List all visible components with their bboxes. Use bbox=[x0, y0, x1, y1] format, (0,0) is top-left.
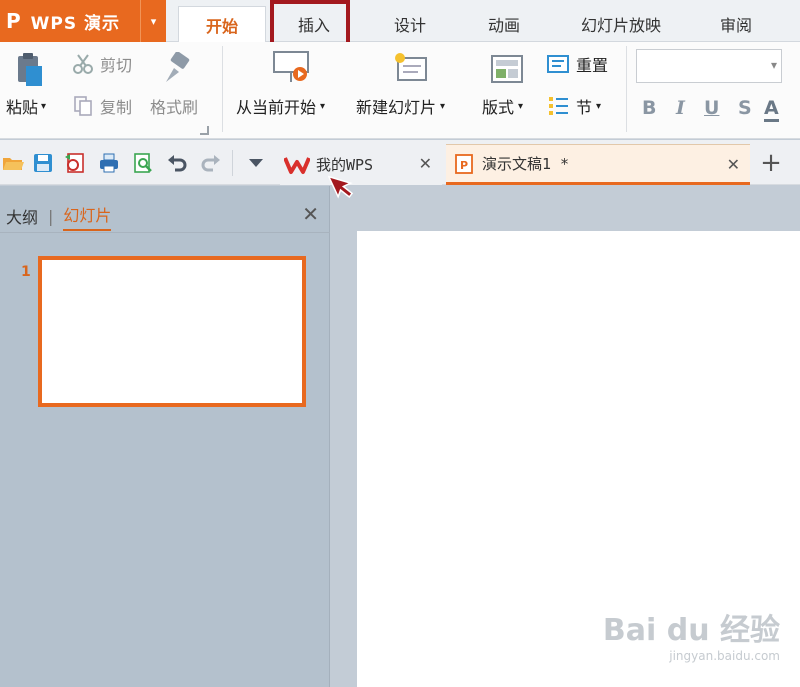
watermark-logo: Bai du 经验 bbox=[602, 613, 780, 648]
panel-divider bbox=[0, 232, 330, 233]
layout-label: 版式 bbox=[482, 98, 515, 117]
open-folder-icon[interactable] bbox=[2, 152, 24, 174]
font-name-select[interactable]: ▾ bbox=[636, 49, 782, 83]
watermark-url: jingyan.baidu.com bbox=[669, 649, 780, 663]
save-icon[interactable] bbox=[32, 152, 54, 174]
close-icon[interactable]: ✕ bbox=[302, 202, 319, 226]
app-dropdown-icon[interactable]: ▾ bbox=[140, 0, 166, 42]
doc-tab-presentation[interactable]: P 演示文稿1 * ✕ bbox=[446, 144, 750, 185]
bold-button[interactable]: B bbox=[642, 97, 656, 119]
format-painter-icon[interactable] bbox=[160, 52, 194, 86]
print-preview-icon[interactable] bbox=[132, 152, 154, 174]
close-icon[interactable]: ✕ bbox=[727, 155, 740, 174]
slide-canvas[interactable]: Bai du 经验 jingyan.baidu.com bbox=[357, 231, 800, 687]
layout-button[interactable]: 版式 ▾ bbox=[482, 94, 523, 118]
from-current-label: 从当前开始 bbox=[236, 98, 317, 117]
copy-label: 复制 bbox=[100, 98, 133, 117]
copy-icon bbox=[74, 96, 92, 116]
new-slide-icon[interactable] bbox=[392, 50, 432, 86]
strikethrough-button[interactable]: S bbox=[738, 97, 752, 119]
menu-bar: P WPS 演示 ▾ 开始 插入 设计 动画 幻灯片放映 审阅 bbox=[0, 0, 800, 70]
redo-icon[interactable] bbox=[200, 152, 222, 174]
panel-tab-separator: | bbox=[48, 206, 54, 226]
toolbar-divider bbox=[232, 150, 233, 176]
editing-area: Bai du 经验 jingyan.baidu.com bbox=[331, 186, 800, 687]
slide-thumbnail[interactable] bbox=[38, 256, 306, 407]
layout-dropdown-icon[interactable]: ▾ bbox=[518, 101, 523, 112]
app-title: WPS 演示 bbox=[30, 13, 121, 34]
wps-w-icon bbox=[284, 156, 310, 174]
italic-button[interactable]: I bbox=[676, 97, 685, 119]
app-menu-button[interactable]: P WPS 演示 ▾ bbox=[0, 0, 166, 42]
presentation-file-icon: P bbox=[455, 153, 473, 174]
doc-tab-my-wps[interactable]: 我的WPS ✕ bbox=[280, 144, 442, 185]
close-icon[interactable]: ✕ bbox=[419, 154, 432, 173]
new-slide-dropdown-icon[interactable]: ▾ bbox=[440, 101, 445, 112]
tab-animation[interactable]: 动画 bbox=[464, 6, 544, 42]
tab-slideshow[interactable]: 幻灯片放映 bbox=[562, 6, 680, 42]
slides-panel: 大纲 | 幻灯片 ✕ 1 bbox=[0, 186, 330, 687]
cut-button[interactable]: 剪切 bbox=[72, 52, 132, 76]
export-pdf-icon[interactable] bbox=[64, 152, 86, 174]
section-dropdown-icon[interactable]: ▾ bbox=[596, 101, 601, 112]
tab-slides[interactable]: 幻灯片 bbox=[63, 202, 112, 231]
paste-button[interactable]: 粘贴 ▾ bbox=[6, 94, 46, 118]
tab-review[interactable]: 审阅 bbox=[700, 6, 772, 42]
paste-icon[interactable] bbox=[10, 50, 50, 90]
projector-icon[interactable] bbox=[270, 48, 314, 88]
from-current-button[interactable]: 从当前开始 ▾ bbox=[236, 94, 325, 118]
paste-label: 粘贴 bbox=[6, 98, 39, 117]
reset-label: 重置 bbox=[576, 56, 609, 75]
reset-button[interactable]: 重置 bbox=[546, 52, 608, 76]
mouse-cursor-icon bbox=[328, 175, 354, 199]
new-tab-icon[interactable]: + bbox=[758, 146, 784, 180]
section-button[interactable]: 节 ▾ bbox=[546, 94, 601, 118]
new-slide-label: 新建幻灯片 bbox=[356, 98, 437, 117]
customize-dropdown-icon[interactable] bbox=[248, 156, 264, 170]
clipboard-launcher-icon[interactable] bbox=[200, 126, 209, 135]
layout-icon[interactable] bbox=[488, 52, 526, 88]
tab-insert[interactable]: 插入 bbox=[274, 6, 354, 42]
undo-icon[interactable] bbox=[166, 152, 188, 174]
from-current-dropdown-icon[interactable]: ▾ bbox=[320, 101, 325, 112]
section-label: 节 bbox=[576, 98, 593, 117]
slide-number: 1 bbox=[21, 264, 31, 280]
ribbon: 粘贴 ▾ 剪切 复制 格式刷 从当前开始 ▾ 新建幻灯片 ▾ 版式 ▾ 重置 节… bbox=[0, 42, 800, 139]
tab-outline[interactable]: 大纲 bbox=[6, 204, 38, 228]
baidu-watermark: Bai du 经验 jingyan.baidu.com bbox=[603, 605, 780, 663]
underline-button[interactable]: U bbox=[704, 97, 719, 119]
ribbon-divider bbox=[626, 46, 627, 132]
font-dropdown-icon[interactable]: ▾ bbox=[771, 58, 777, 72]
paste-dropdown-icon[interactable]: ▾ bbox=[41, 101, 46, 112]
font-color-button[interactable]: A bbox=[764, 97, 779, 122]
panel-tabs: 大纲 | 幻灯片 bbox=[0, 200, 112, 232]
format-painter-button[interactable]: 格式刷 bbox=[150, 94, 198, 118]
print-icon[interactable] bbox=[98, 152, 120, 174]
section-icon bbox=[549, 97, 568, 115]
doc-tab-label: 演示文稿1 * bbox=[482, 155, 570, 173]
wps-logo-icon: P bbox=[6, 9, 21, 33]
scissors-icon bbox=[73, 54, 93, 74]
tab-home[interactable]: 开始 bbox=[178, 6, 266, 42]
new-slide-button[interactable]: 新建幻灯片 ▾ bbox=[356, 94, 445, 118]
reset-icon bbox=[547, 55, 569, 73]
quick-access-bar: 我的WPS ✕ P 演示文稿1 * ✕ + bbox=[0, 140, 800, 185]
svg-text:P: P bbox=[460, 159, 468, 172]
copy-button[interactable]: 复制 bbox=[72, 94, 132, 118]
tab-design[interactable]: 设计 bbox=[370, 6, 450, 42]
cut-label: 剪切 bbox=[100, 56, 133, 75]
ribbon-divider bbox=[222, 46, 223, 132]
